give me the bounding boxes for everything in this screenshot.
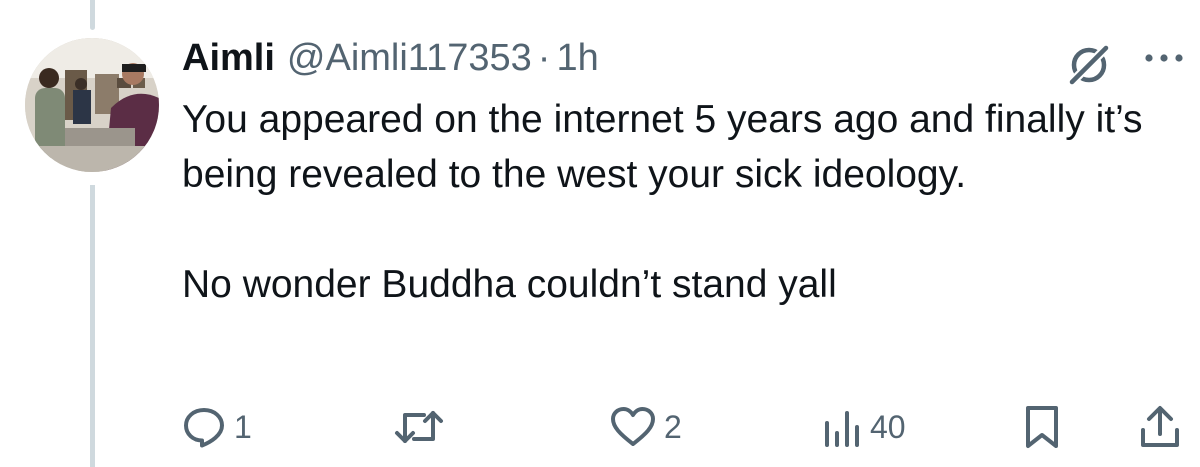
views-button[interactable]: 40 [822, 400, 906, 454]
reply-button[interactable]: 1 [182, 400, 252, 454]
timestamp[interactable]: 1h [556, 36, 598, 80]
tweet-text-paragraph-1: You appeared on the internet 5 years ago… [182, 98, 1143, 196]
views-icon [822, 405, 862, 449]
reply-icon [182, 405, 226, 449]
author-handle[interactable]: @Aimli117353 [287, 36, 532, 80]
bookmark-icon [1022, 404, 1062, 450]
like-button[interactable]: 2 [610, 400, 682, 454]
tweet-text: You appeared on the internet 5 years ago… [182, 92, 1172, 312]
action-bar: 1 2 40 [182, 400, 1192, 454]
avatar[interactable] [25, 38, 159, 172]
author-name[interactable]: Aimli [182, 36, 275, 80]
share-icon [1138, 404, 1182, 450]
grok-icon[interactable] [1066, 42, 1112, 88]
more-icon[interactable] [1142, 48, 1186, 68]
reply-count: 1 [234, 408, 252, 445]
tweet-header: Aimli @Aimli117353 · 1h [182, 36, 599, 80]
thread-line-top [90, 0, 95, 30]
views-count: 40 [870, 408, 906, 445]
separator-dot: · [537, 37, 551, 79]
retweet-icon [394, 405, 444, 449]
share-button[interactable] [1138, 400, 1182, 454]
tweet-text-paragraph-2: No wonder Buddha couldn’t stand yall [182, 263, 837, 306]
bookmark-button[interactable] [1022, 400, 1062, 454]
thread-line-bottom [90, 185, 95, 467]
like-icon [610, 405, 656, 449]
avatar-photo [25, 38, 159, 172]
retweet-button[interactable] [394, 400, 452, 454]
like-count: 2 [664, 408, 682, 445]
